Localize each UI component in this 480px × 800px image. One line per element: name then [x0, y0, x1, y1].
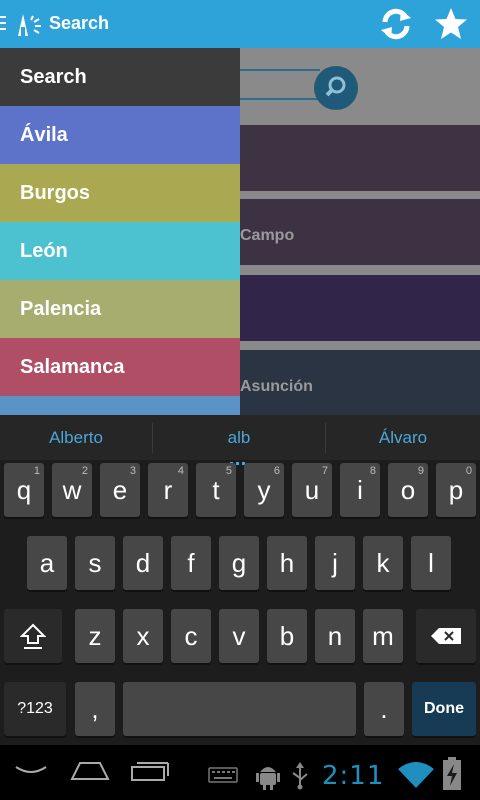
drawer-item-salamanca[interactable]: Salamanca	[0, 338, 240, 396]
space-key[interactable]	[123, 682, 356, 736]
key-h[interactable]: h	[267, 536, 307, 590]
key-d[interactable]: d	[123, 536, 163, 590]
app-logo-icon[interactable]	[14, 10, 44, 40]
key-y[interactable]: y6	[244, 463, 284, 517]
done-key[interactable]: Done	[412, 682, 476, 736]
key-a[interactable]: a	[27, 536, 67, 590]
android-debug-icon	[256, 767, 280, 790]
soft-keyboard: Alberto alb Álvaro q1 w2 e3 r4 t5 y6 u7 …	[0, 415, 480, 745]
search-icon	[325, 76, 346, 97]
key-x[interactable]: x	[123, 609, 163, 663]
clock: 2:11	[322, 761, 385, 791]
action-bar: Search	[0, 0, 480, 48]
key-b[interactable]: b	[267, 609, 307, 663]
navigation-drawer: Search Ávila Burgos León Palencia Salama…	[0, 48, 240, 415]
battery-charging-icon	[443, 757, 461, 790]
key-z[interactable]: z	[75, 609, 115, 663]
shift-icon	[20, 623, 46, 649]
backspace-key[interactable]	[416, 609, 476, 663]
backspace-icon	[431, 628, 461, 644]
drawer-item-palencia[interactable]: Palencia	[0, 280, 240, 338]
key-k[interactable]: k	[363, 536, 403, 590]
key-u[interactable]: u7	[292, 463, 332, 517]
drawer-item-next[interactable]	[0, 396, 240, 415]
comma-key[interactable]: ,	[75, 682, 115, 736]
key-p[interactable]: p0	[436, 463, 476, 517]
page-title: Search	[49, 13, 110, 33]
suggestion-right[interactable]: Álvaro	[326, 415, 480, 460]
search-row	[240, 48, 480, 125]
key-n[interactable]: n	[315, 609, 355, 663]
drawer-item-search[interactable]: Search	[0, 48, 240, 106]
key-o[interactable]: o9	[388, 463, 428, 517]
symbols-key[interactable]: ?123	[4, 682, 66, 736]
suggestion-left[interactable]: Alberto	[0, 415, 152, 460]
key-g[interactable]: g	[219, 536, 259, 590]
search-input-underline-bottom	[240, 98, 320, 100]
key-t[interactable]: t5	[196, 463, 236, 517]
period-key[interactable]: .	[364, 682, 404, 736]
star-icon[interactable]	[433, 6, 469, 42]
system-bar	[0, 745, 480, 800]
key-r[interactable]: r4	[148, 463, 188, 517]
list-item[interactable]	[240, 275, 480, 341]
keyboard-icon	[208, 767, 238, 783]
drawer-item-burgos[interactable]: Burgos	[0, 164, 240, 222]
key-v[interactable]: v	[219, 609, 259, 663]
wifi-icon	[398, 762, 434, 788]
refresh-icon[interactable]	[377, 6, 415, 42]
home-icon[interactable]	[70, 761, 110, 781]
list-item[interactable]	[240, 125, 480, 191]
search-button[interactable]	[314, 66, 358, 110]
key-i[interactable]: i8	[340, 463, 380, 517]
key-s[interactable]: s	[75, 536, 115, 590]
suggestion-strip: Alberto alb Álvaro	[0, 415, 480, 465]
menu-icon[interactable]	[0, 16, 6, 32]
shift-key[interactable]	[4, 609, 62, 663]
recent-apps-icon[interactable]	[130, 761, 170, 781]
key-m[interactable]: m	[363, 609, 403, 663]
back-icon[interactable]	[14, 763, 48, 779]
key-q[interactable]: q1	[4, 463, 44, 517]
usb-icon	[292, 762, 308, 790]
key-w[interactable]: w2	[52, 463, 92, 517]
drawer-item-avila[interactable]: Ávila	[0, 106, 240, 164]
key-l[interactable]: l	[411, 536, 451, 590]
key-f[interactable]: f	[171, 536, 211, 590]
list-item[interactable]: Campo	[240, 199, 480, 265]
search-input-underline	[240, 69, 320, 71]
list-item[interactable]: Asunción	[240, 350, 480, 415]
more-suggestions-dots	[230, 452, 248, 465]
key-e[interactable]: e3	[100, 463, 140, 517]
key-j[interactable]: j	[315, 536, 355, 590]
drawer-item-leon[interactable]: León	[0, 222, 240, 280]
key-c[interactable]: c	[171, 609, 211, 663]
